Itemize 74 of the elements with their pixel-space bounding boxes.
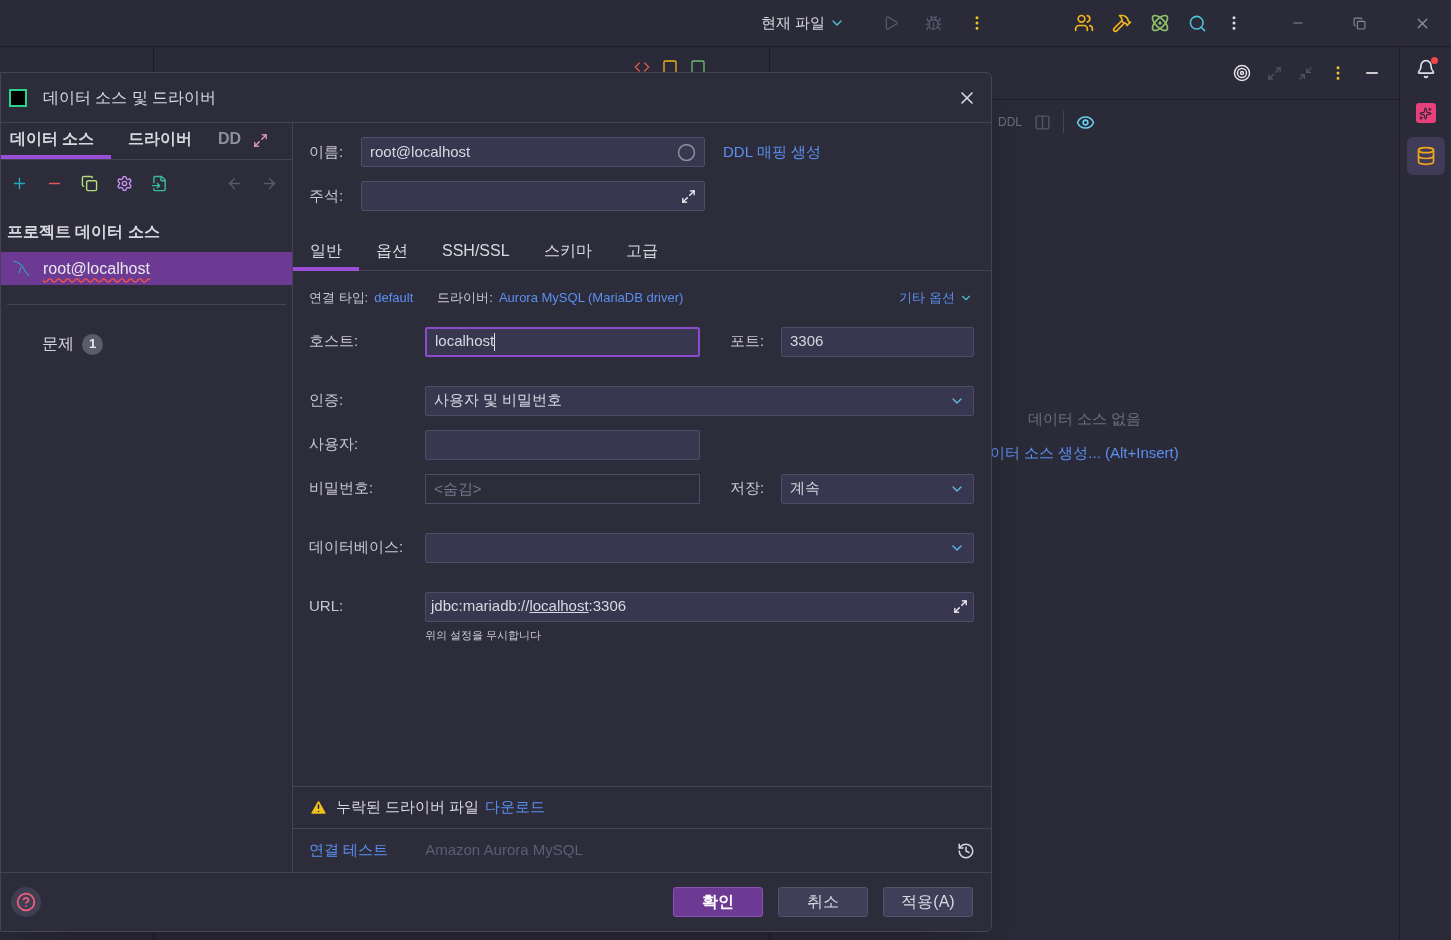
test-connection-link[interactable]: 연결 테스트 xyxy=(309,839,389,862)
dropdown[interactable]: 계속 xyxy=(781,473,974,504)
section-header: 프로젝트 데이터 소스 xyxy=(7,222,161,242)
run-config-dropdown[interactable]: 현재 파일 xyxy=(760,11,845,35)
field-label: 비밀번호: xyxy=(309,478,375,499)
more-options-link[interactable]: 기타 옵션 xyxy=(899,288,973,308)
color-picker-icon[interactable] xyxy=(677,142,696,162)
name-field[interactable]: root@localhost xyxy=(361,137,705,167)
panel-tab[interactable]: 드라이버 xyxy=(119,122,201,159)
download-link[interactable]: 다운로드 xyxy=(485,796,546,819)
url-text: :3306 xyxy=(588,597,627,615)
panel-tab[interactable]: 데이터 소스 xyxy=(1,122,111,159)
field-label: 데이터베이스: xyxy=(309,537,405,558)
dialog-button[interactable]: 취소 xyxy=(778,887,868,917)
search-icon[interactable] xyxy=(1188,13,1207,33)
field-label: 인증: xyxy=(309,390,345,411)
create-data-source-link[interactable]: 이터 소스 생성... (Alt+Insert) xyxy=(990,441,1399,464)
warning-icon xyxy=(309,798,328,817)
comment-field[interactable] xyxy=(361,181,705,211)
problems-label[interactable]: 문제 xyxy=(42,332,74,356)
hammer-icon[interactable] xyxy=(1112,13,1132,33)
settings-tab[interactable]: 고급 xyxy=(608,234,675,271)
host-field[interactable]: localhost xyxy=(425,326,700,357)
import-icon[interactable] xyxy=(151,174,168,192)
field-label: 저장: xyxy=(730,478,766,499)
expand-icon[interactable] xyxy=(681,188,696,204)
database-icon xyxy=(1415,146,1436,166)
port-field[interactable]: 3306 xyxy=(781,326,974,357)
ai-assistant-icon[interactable] xyxy=(1415,103,1436,123)
database-button[interactable] xyxy=(1406,137,1445,175)
url-hint: 위의 설정을 무시합니다 xyxy=(425,627,543,643)
url-link[interactable]: localhost xyxy=(529,597,589,615)
field-label: 이름: xyxy=(309,141,345,162)
field-label: 호스트: xyxy=(309,331,360,352)
app-logo-icon xyxy=(9,88,27,107)
dialog-button[interactable]: 적용(A) xyxy=(883,887,973,917)
dialog-title: 데이터 소스 및 드라이버 xyxy=(43,87,217,108)
connection-type-label: 연결 타입: xyxy=(309,289,369,307)
field-label: 사용자: xyxy=(309,434,360,455)
notification-icon[interactable] xyxy=(1415,59,1436,79)
driver-label: 드라이버: xyxy=(437,289,493,307)
panel-tab[interactable]: DD xyxy=(209,122,253,159)
settings-tab[interactable]: SSH/SSL xyxy=(425,234,527,271)
data-source-item[interactable]: root@localhost xyxy=(1,252,292,285)
restore-icon[interactable] xyxy=(1353,16,1366,30)
user-field[interactable] xyxy=(425,429,700,460)
ddl-mapping-link[interactable]: DDL 매핑 생성 xyxy=(723,140,821,164)
settings-icon[interactable] xyxy=(116,174,133,192)
settings-tab[interactable]: 일반 xyxy=(293,234,359,271)
help-button[interactable] xyxy=(11,887,41,917)
empty-state-text: 데이터 소스 없음 xyxy=(1027,409,1142,429)
field-label: URL: xyxy=(309,596,345,617)
warning-text: 누락된 드라이버 파일 xyxy=(336,797,480,818)
settings-tab[interactable]: 옵션 xyxy=(359,234,425,271)
url-field[interactable]: jdbc:mariadb://localhost:3306 xyxy=(425,591,974,622)
dropdown[interactable]: 사용자 및 비밀번호 xyxy=(425,385,974,416)
settings-tab[interactable]: 스키마 xyxy=(526,234,609,271)
duplicate-icon[interactable] xyxy=(81,174,98,192)
expand-icon[interactable] xyxy=(253,133,268,148)
code-icon[interactable] xyxy=(634,59,650,75)
field-label: 주석: xyxy=(309,185,345,206)
field-label: 포트: xyxy=(730,331,766,352)
atom-icon[interactable] xyxy=(1150,13,1170,33)
users-icon[interactable] xyxy=(1074,13,1094,33)
target-icon[interactable] xyxy=(1233,64,1251,82)
count-badge: 1 xyxy=(82,333,103,355)
connection-type-link[interactable]: default xyxy=(374,288,414,308)
expand-icon[interactable] xyxy=(953,599,968,614)
help-icon xyxy=(16,892,36,912)
driver-link[interactable]: Aurora MySQL (MariaDB driver) xyxy=(498,288,684,308)
dialog-button[interactable]: 확인 xyxy=(673,887,763,917)
history-icon[interactable] xyxy=(957,841,975,860)
password-field[interactable]: <숨김> xyxy=(425,473,700,504)
url-text: jdbc:mariadb:// xyxy=(431,597,530,615)
